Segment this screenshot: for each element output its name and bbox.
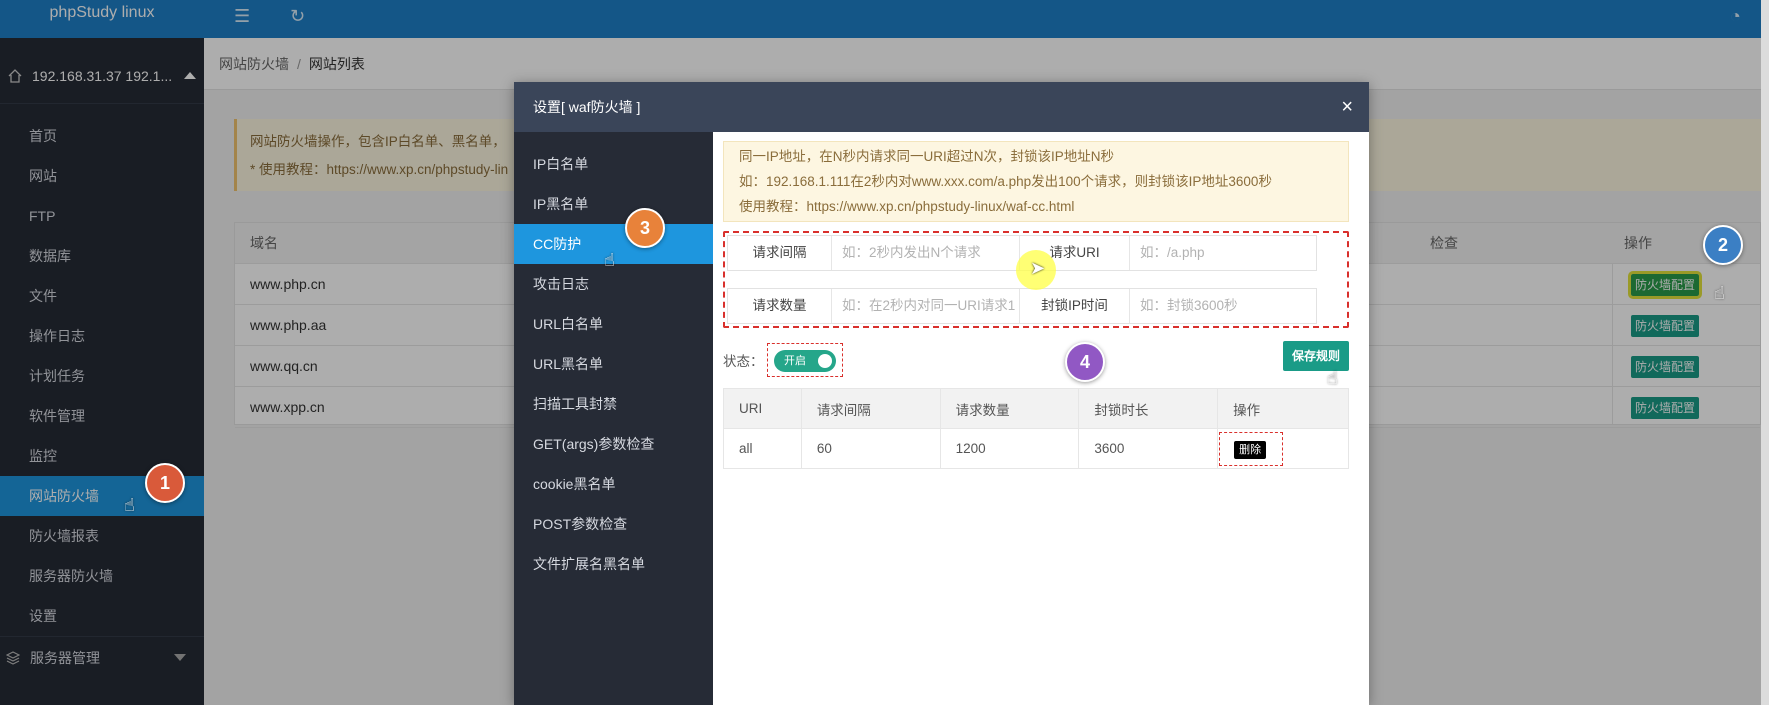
nav-scanner-ban[interactable]: 扫描工具封禁: [514, 384, 713, 424]
pointer-cursor-icon: ➤: [1030, 258, 1046, 278]
nav-ip-blacklist[interactable]: IP黑名单: [514, 184, 713, 224]
interval-label: 请求间隔: [728, 236, 832, 270]
count-label: 请求数量: [728, 289, 832, 323]
step-badge-2: 2: [1703, 225, 1743, 265]
step-badge-1: 1: [145, 463, 185, 503]
nav-ext-blacklist[interactable]: 文件扩展名黑名单: [514, 544, 713, 584]
status-label: 状态：: [723, 354, 764, 369]
cc-rules-table: URI 请求间隔 请求数量 封锁时长 操作 all 60 1200 3600 删…: [723, 388, 1349, 469]
nav-get-args-check[interactable]: GET(args)参数检查: [514, 424, 713, 464]
block-time-input[interactable]: 如：封锁3600秒: [1130, 289, 1316, 323]
header-interval: 请求间隔: [800, 388, 941, 429]
nav-url-blacklist[interactable]: URL黑名单: [514, 344, 713, 384]
toggle-label: 开启: [784, 355, 806, 367]
rule-interval: 60: [800, 428, 941, 469]
rule-count: 1200: [939, 428, 1080, 469]
delete-highlight: 删除: [1219, 431, 1284, 466]
rule-duration: 3600: [1078, 428, 1219, 469]
toggle-knob: [818, 354, 832, 368]
tip-line-1: 同一IP地址，在N秒内请求同一URI超过N次，封锁该IP地址N秒: [739, 149, 1115, 164]
waf-settings-modal: 设置[ waf防火墙 ] × IP白名单 IP黑名单 CC防护 攻击日志 URL…: [514, 82, 1369, 705]
modal-title: 设置[ waf防火墙 ]: [533, 99, 641, 115]
hand-cursor-icon: ☝: [1714, 283, 1725, 303]
header-uri: URI: [723, 388, 802, 429]
hand-cursor-icon: ☝: [604, 250, 615, 270]
step-badge-3: 3: [625, 208, 665, 248]
header-count: 请求数量: [939, 388, 1080, 429]
header-duration: 封锁时长: [1078, 388, 1219, 429]
close-icon[interactable]: ×: [1341, 82, 1353, 132]
hand-cursor-icon: ☝: [1327, 368, 1338, 388]
nav-post-check[interactable]: POST参数检查: [514, 504, 713, 544]
nav-url-whitelist[interactable]: URL白名单: [514, 304, 713, 344]
save-rule-button[interactable]: 保存规则: [1282, 341, 1349, 371]
header-action: 操作: [1217, 388, 1349, 429]
table-header: URI 请求间隔 请求数量 封锁时长 操作: [723, 388, 1349, 429]
tip-line-2: 如：192.168.1.111在2秒内对www.xxx.com/a.php发出1…: [739, 174, 1272, 189]
toggle-highlight: 开启: [767, 343, 843, 377]
step-badge-4: 4: [1065, 342, 1105, 382]
modal-header: 设置[ waf防火墙 ] ×: [514, 82, 1369, 132]
tip-line-3: 使用教程：https://www.xp.cn/phpstudy-linux/wa…: [739, 199, 1075, 214]
hand-cursor-icon: ☝: [124, 495, 135, 515]
modal-body: 同一IP地址，在N秒内请求同一URI超过N次，封锁该IP地址N秒 如：192.1…: [713, 132, 1369, 705]
count-input[interactable]: 如：在2秒内对同一URI请求1: [832, 289, 1020, 323]
cc-tip: 同一IP地址，在N秒内请求同一URI超过N次，封锁该IP地址N秒 如：192.1…: [723, 141, 1349, 222]
interval-input[interactable]: 如：2秒内发出N个请求: [832, 236, 1020, 270]
nav-ip-whitelist[interactable]: IP白名单: [514, 144, 713, 184]
rule-action-cell: 删除: [1217, 428, 1349, 469]
uri-input[interactable]: 如：/a.php: [1130, 236, 1316, 270]
modal-nav: IP白名单 IP黑名单 CC防护 攻击日志 URL白名单 URL黑名单 扫描工具…: [514, 132, 713, 705]
form-row-2: 请求数量 如：在2秒内对同一URI请求1 封锁IP时间 如：封锁3600秒: [727, 288, 1317, 324]
delete-button[interactable]: 删除: [1234, 440, 1267, 459]
status-row: 状态： 开启 保存规则: [723, 332, 1349, 388]
rule-uri: all: [723, 428, 802, 469]
page-scrollbar[interactable]: [1761, 0, 1769, 705]
block-time-label: 封锁IP时间: [1020, 289, 1130, 323]
status-toggle[interactable]: 开启: [774, 350, 836, 372]
nav-cookie-blacklist[interactable]: cookie黑名单: [514, 464, 713, 504]
table-row: all 60 1200 3600 删除: [723, 428, 1349, 469]
